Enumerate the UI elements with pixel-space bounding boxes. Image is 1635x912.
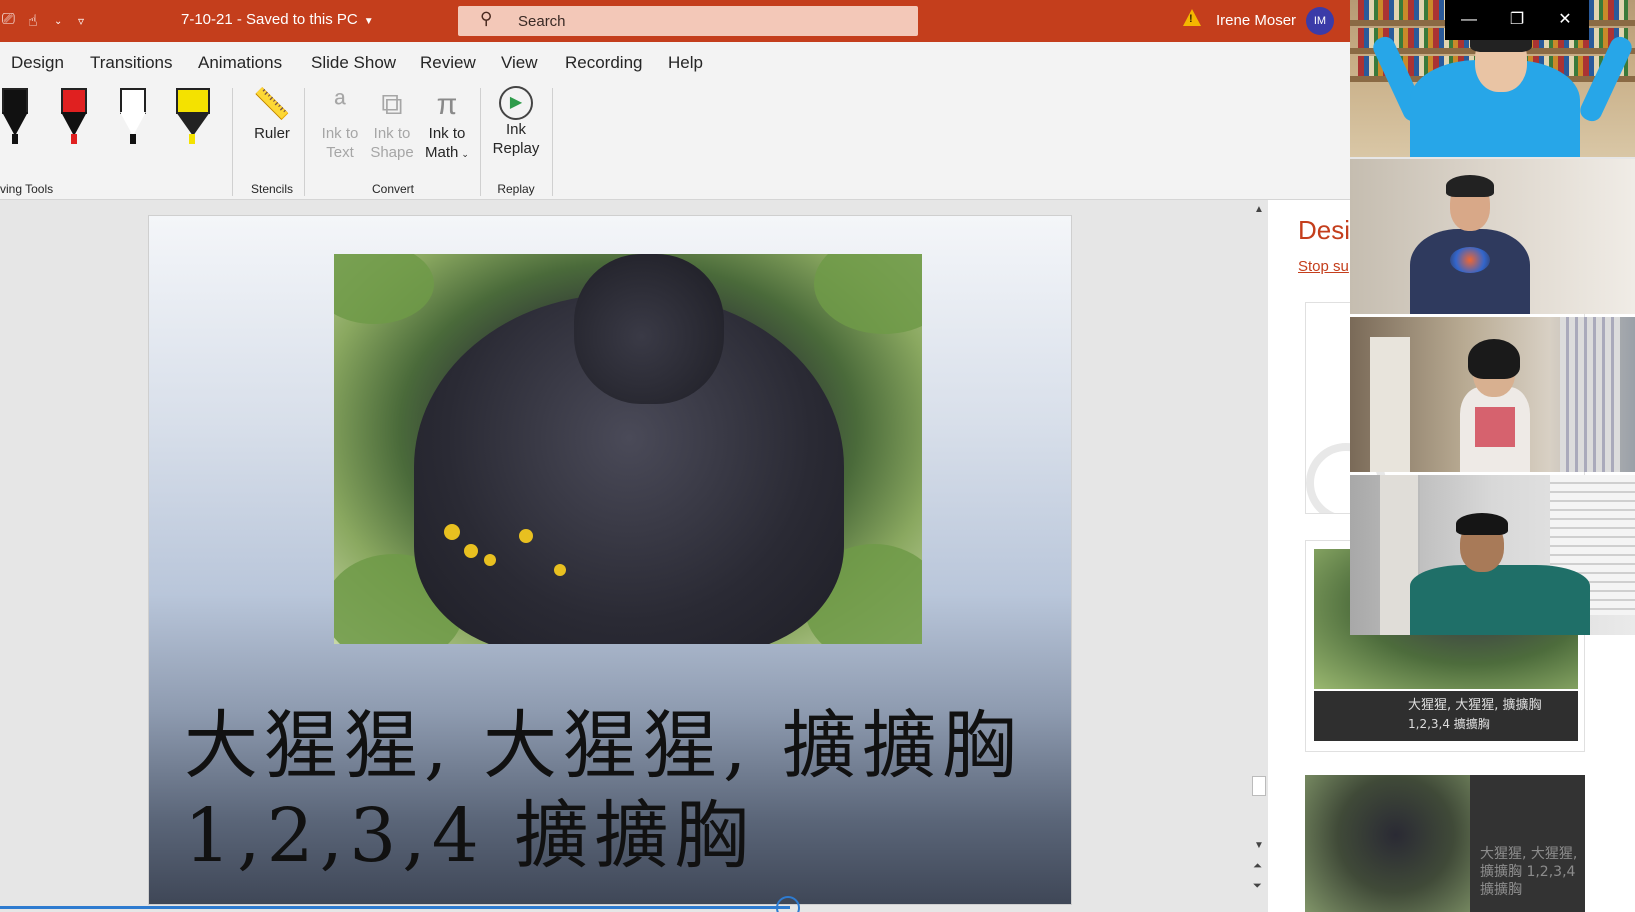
search-icon: ⚲ bbox=[480, 9, 493, 28]
design-thumbnail bbox=[1305, 775, 1470, 912]
ribbon-separator bbox=[304, 88, 305, 196]
editor-scrollbar[interactable]: ▲ ▼ ⏶ ⏷ bbox=[1250, 200, 1268, 912]
ink-to-math-label-2: Math bbox=[425, 144, 459, 161]
ruler-icon: 📏 bbox=[253, 88, 291, 121]
scroll-down-icon[interactable]: ▼ bbox=[1254, 840, 1264, 851]
tab-recording[interactable]: Recording bbox=[565, 53, 643, 73]
search-placeholder: Search bbox=[518, 13, 566, 30]
ruler-button[interactable]: 📏 Ruler bbox=[247, 86, 297, 143]
ink-to-text-label-2: Text bbox=[326, 144, 354, 161]
yellow-highlighter-icon[interactable] bbox=[176, 88, 210, 148]
gorilla-photo[interactable] bbox=[334, 254, 922, 644]
ink-replay-icon: ▶ bbox=[499, 86, 533, 120]
ink-to-text-icon: ª bbox=[334, 88, 346, 121]
chevron-down-icon[interactable]: ⌄ bbox=[54, 16, 62, 27]
group-convert: Convert bbox=[371, 182, 415, 196]
customize-qat-icon[interactable]: ▿ bbox=[78, 14, 84, 28]
title-bar: ⎚ ☝ ⌄ ▿ 7-10-21 - Saved to this PC ▼ ⚲ Se… bbox=[0, 0, 1350, 42]
ink-to-math-button[interactable]: π Ink to Math ⌄ bbox=[420, 86, 474, 164]
red-pen-icon[interactable] bbox=[61, 88, 87, 148]
document-title[interactable]: 7-10-21 - Saved to this PC ▼ bbox=[181, 11, 374, 28]
tab-transitions[interactable]: Transitions bbox=[90, 53, 173, 73]
chevron-down-icon: ▼ bbox=[363, 16, 374, 27]
designer-title: Desi bbox=[1298, 215, 1351, 245]
tab-animations[interactable]: Animations bbox=[198, 53, 282, 73]
next-slide-icon[interactable]: ⏷ bbox=[1253, 880, 1262, 893]
tab-view[interactable]: View bbox=[501, 53, 538, 73]
ink-to-math-icon: π bbox=[436, 88, 458, 121]
tab-slide-show[interactable]: Slide Show bbox=[311, 53, 396, 73]
restore-button[interactable]: ❐ bbox=[1493, 0, 1541, 40]
video-tile[interactable] bbox=[1350, 317, 1635, 472]
document-title-text: 7-10-21 - Saved to this PC bbox=[181, 11, 358, 28]
black-pen-icon[interactable] bbox=[2, 88, 28, 148]
ink-to-math-label: Ink to bbox=[428, 125, 466, 142]
ink-replay-label-2: Replay bbox=[492, 140, 540, 157]
user-name[interactable]: Irene Moser bbox=[1216, 12, 1296, 29]
tab-review[interactable]: Review bbox=[420, 53, 476, 73]
ink-to-text-label: Ink to bbox=[321, 125, 359, 142]
search-box[interactable]: ⚲ Search bbox=[458, 6, 918, 36]
ribbon-separator bbox=[552, 88, 553, 196]
ink-replay-button[interactable]: ▶ Ink Replay bbox=[490, 86, 542, 158]
tab-design[interactable]: Design bbox=[11, 53, 64, 73]
stop-suggestions-link[interactable]: Stop su bbox=[1298, 258, 1349, 275]
design-idea-card[interactable]: 大猩猩, 大猩猩, 擴擴胸 1,2,3,4 擴擴胸 bbox=[1305, 775, 1585, 912]
ink-to-shape-label-2: Shape bbox=[370, 144, 414, 161]
touch-mode-icon[interactable]: ☝ bbox=[28, 11, 38, 31]
chevron-down-icon: ⌄ bbox=[461, 149, 469, 159]
scroll-up-icon[interactable]: ▲ bbox=[1254, 204, 1264, 215]
design-caption: 大猩猩, 大猩猩, 擴擴胸 1,2,3,4 擴擴胸 bbox=[1480, 846, 1578, 898]
video-tile[interactable] bbox=[1350, 159, 1635, 314]
ribbon-tabs: Design Transitions Animations Slide Show… bbox=[0, 42, 1350, 82]
ribbon-separator bbox=[480, 88, 481, 196]
ribbon-separator bbox=[232, 88, 233, 196]
ink-to-shape-icon: ⧉ bbox=[381, 88, 403, 121]
ink-to-shape-label: Ink to bbox=[373, 125, 411, 142]
warning-icon[interactable]: ! bbox=[1183, 9, 1201, 26]
avatar[interactable]: IM bbox=[1306, 7, 1334, 35]
playback-progress[interactable] bbox=[0, 906, 790, 909]
group-replay: Replay bbox=[497, 182, 535, 196]
video-tile[interactable]: — ❐ ✕ bbox=[1350, 0, 1635, 157]
slideshow-app-icon[interactable]: ⎚ bbox=[2, 11, 15, 29]
scroll-thumb[interactable] bbox=[1252, 776, 1266, 796]
design-caption-line-2: 1,2,3,4 擴擴胸 bbox=[1408, 717, 1490, 731]
ink-replay-label: Ink bbox=[505, 121, 526, 138]
design-caption-line-1: 大猩猩, 大猩猩, 擴擴胸 bbox=[1408, 698, 1542, 713]
ruler-label: Ruler bbox=[254, 125, 290, 142]
video-tile[interactable] bbox=[1350, 475, 1635, 635]
group-drawing-tools: ving Tools bbox=[0, 182, 54, 196]
group-stencils: Stencils bbox=[250, 182, 294, 196]
design-caption: 大猩猩, 大猩猩, 擴擴胸 1,2,3,4 擴擴胸 bbox=[1314, 691, 1578, 741]
ribbon: ving Tools 📏 Ruler Stencils ª Ink to Tex… bbox=[0, 82, 1350, 200]
pencil-icon[interactable] bbox=[120, 88, 146, 148]
minimize-button[interactable]: — bbox=[1445, 0, 1493, 40]
previous-slide-icon[interactable]: ⏶ bbox=[1253, 860, 1262, 873]
close-button[interactable]: ✕ bbox=[1541, 0, 1589, 40]
ink-to-text-button[interactable]: ª Ink to Text bbox=[316, 86, 364, 162]
ink-to-shape-button[interactable]: ⧉ Ink to Shape bbox=[367, 86, 417, 162]
tab-help[interactable]: Help bbox=[668, 53, 703, 73]
slide-canvas[interactable]: 大猩猩, 大猩猩, 擴擴胸 1,2,3,4 擴擴胸 bbox=[148, 215, 1072, 905]
slide-text-line-2[interactable]: 1,2,3,4 擴擴胸 bbox=[184, 776, 754, 883]
